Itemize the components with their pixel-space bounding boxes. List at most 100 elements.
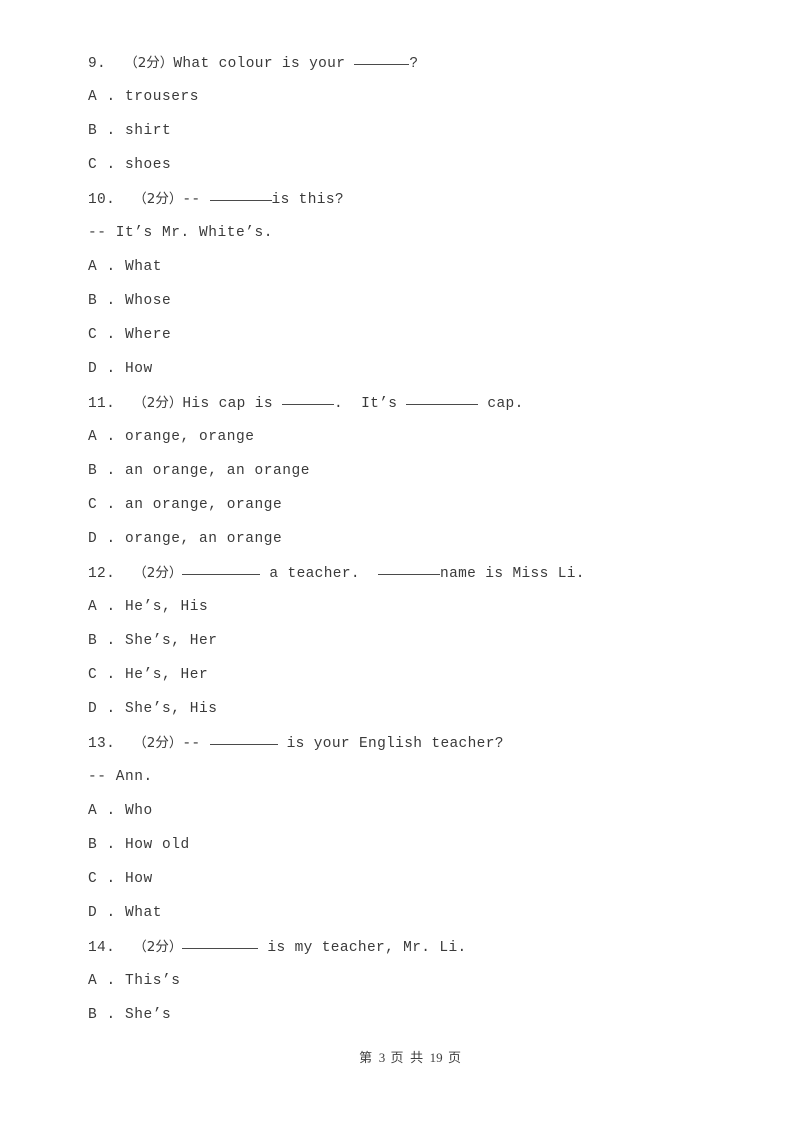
option-separator: . xyxy=(97,157,126,173)
question-number: 12. xyxy=(88,566,116,582)
option-letter: A xyxy=(88,259,98,275)
option-b[interactable]: B . She’s, Her xyxy=(88,624,728,658)
footer-middle: 页 共 xyxy=(390,1051,425,1066)
option-text: She’s xyxy=(125,1007,172,1023)
option-separator: . xyxy=(97,871,126,887)
question-stem-text: What colour is your xyxy=(173,56,355,72)
option-c[interactable]: C . Where xyxy=(88,318,728,352)
page-footer: 第 3 页 共 19 页 xyxy=(0,1032,800,1081)
option-text: Who xyxy=(125,803,153,819)
question-stem-text-after-2: name is Miss Li. xyxy=(440,566,585,582)
option-text: an orange, an orange xyxy=(125,463,311,479)
option-letter: B xyxy=(88,123,98,139)
question-list: 9. （2分） What colour is your ? A . trousers… xyxy=(88,46,728,1032)
option-separator: . xyxy=(97,633,126,649)
option-letter: A xyxy=(88,803,98,819)
document-page: 9. （2分） What colour is your ? A . trousers… xyxy=(0,0,800,1132)
option-c[interactable]: C . an orange, orange xyxy=(88,488,728,522)
option-c[interactable]: C . shoes xyxy=(88,148,728,182)
option-d[interactable]: D . She’s, His xyxy=(88,692,728,726)
option-a[interactable]: A . trousers xyxy=(88,80,728,114)
option-separator: . xyxy=(97,361,126,377)
option-c[interactable]: C . How xyxy=(88,862,728,896)
answer-blank[interactable] xyxy=(182,562,261,575)
option-text: How xyxy=(125,361,153,377)
option-text: Where xyxy=(125,327,172,343)
question-number: 14. xyxy=(88,940,116,956)
option-separator: . xyxy=(97,667,126,683)
option-d[interactable]: D . How xyxy=(88,352,728,386)
question-stem-text-after-2: cap. xyxy=(478,396,524,412)
option-a[interactable]: A . He’s, His xyxy=(88,590,728,624)
footer-prefix: 第 xyxy=(359,1051,374,1066)
option-text: How xyxy=(125,871,153,887)
option-separator: . xyxy=(97,701,126,717)
option-separator: . xyxy=(97,497,126,513)
option-separator: . xyxy=(97,803,126,819)
option-text: He’s, Her xyxy=(125,667,209,683)
option-separator: . xyxy=(97,123,126,139)
option-text: She’s, Her xyxy=(125,633,218,649)
option-separator: . xyxy=(97,905,126,921)
option-text: shirt xyxy=(125,123,172,139)
option-letter: B xyxy=(88,837,98,853)
option-b[interactable]: B . How old xyxy=(88,828,728,862)
option-text: This’s xyxy=(125,973,181,989)
option-letter: D xyxy=(88,531,98,547)
answer-blank[interactable] xyxy=(209,732,278,745)
question-stem: 13. （2分）-- is your English teacher? xyxy=(88,726,728,760)
question-number: 10. xyxy=(88,192,116,208)
option-letter: C xyxy=(88,497,98,513)
question-marks: （2分） xyxy=(133,395,183,411)
answer-blank[interactable] xyxy=(354,52,410,65)
option-text: She’s, His xyxy=(125,701,218,717)
option-c[interactable]: C . He’s, Her xyxy=(88,658,728,692)
option-a[interactable]: A . This’s xyxy=(88,964,728,998)
answer-blank[interactable] xyxy=(182,936,259,949)
question-stem-text: -- xyxy=(182,736,210,752)
question-stem-text-after: is your English teacher? xyxy=(277,736,504,752)
option-separator: . xyxy=(97,293,126,309)
option-letter: C xyxy=(88,327,98,343)
option-text: an orange, orange xyxy=(125,497,283,513)
option-letter: D xyxy=(88,905,98,921)
question-number: 9. xyxy=(88,56,107,72)
option-separator: . xyxy=(97,599,126,615)
question-marks: （2分） xyxy=(133,191,183,207)
option-letter: B xyxy=(88,1007,98,1023)
answer-blank-2[interactable] xyxy=(406,392,479,405)
question-reply: -- Ann. xyxy=(88,769,153,785)
question-stem: 12. （2分） a teacher. name is Miss Li. xyxy=(88,556,728,590)
option-a[interactable]: A . orange, orange xyxy=(88,420,728,454)
option-a[interactable]: A . Who xyxy=(88,794,728,828)
answer-blank[interactable] xyxy=(281,392,334,405)
option-text: orange, an orange xyxy=(125,531,283,547)
question-stem-text-after: is my teacher, Mr. Li. xyxy=(258,940,467,956)
option-letter: A xyxy=(88,599,98,615)
option-b[interactable]: B . Whose xyxy=(88,284,728,318)
option-b[interactable]: B . shirt xyxy=(88,114,728,148)
question-number: 11. xyxy=(88,396,116,412)
option-separator: . xyxy=(97,837,126,853)
option-d[interactable]: D . What xyxy=(88,896,728,930)
option-text: trousers xyxy=(125,89,200,105)
option-text: How old xyxy=(125,837,190,853)
question-marks: （2分） xyxy=(133,735,183,751)
option-text: He’s, His xyxy=(125,599,209,615)
answer-blank[interactable] xyxy=(209,188,272,201)
option-separator: . xyxy=(97,89,126,105)
question-stem-text-after: ? xyxy=(409,56,419,72)
option-letter: C xyxy=(88,667,98,683)
option-text: What xyxy=(125,259,163,275)
option-letter: B xyxy=(88,633,98,649)
option-a[interactable]: A . What xyxy=(88,250,728,284)
option-letter: D xyxy=(88,701,98,717)
question-stem: 14. （2分） is my teacher, Mr. Li. xyxy=(88,930,728,964)
option-d[interactable]: D . orange, an orange xyxy=(88,522,728,556)
answer-blank-2[interactable] xyxy=(378,562,441,575)
option-b[interactable]: B . She’s xyxy=(88,998,728,1032)
question-marks: （2分） xyxy=(133,565,183,581)
option-letter: A xyxy=(88,973,98,989)
option-letter: C xyxy=(88,157,98,173)
option-b[interactable]: B . an orange, an orange xyxy=(88,454,728,488)
